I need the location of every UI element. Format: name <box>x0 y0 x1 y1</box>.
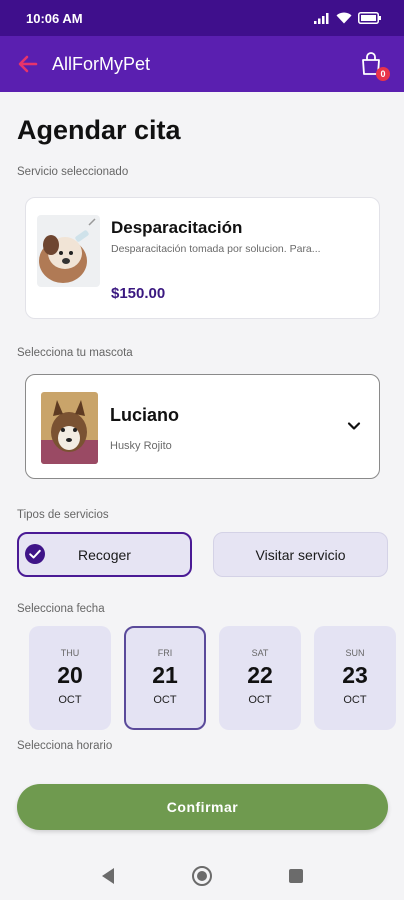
service-price: $150.00 <box>111 285 166 302</box>
status-time: 10:06 AM <box>26 10 83 26</box>
arrow-left-icon <box>18 55 38 73</box>
pet-name: Luciano <box>110 405 180 425</box>
check-circle-icon <box>25 544 45 564</box>
battery-icon <box>358 12 381 24</box>
date-card-selected[interactable]: FRI 21 OCT <box>124 626 206 730</box>
status-icons <box>314 12 382 24</box>
date-month: OCT <box>58 694 82 706</box>
service-type-visitar[interactable]: Visitar servicio <box>213 532 388 577</box>
date-card[interactable]: THU 20 OCT <box>29 626 111 730</box>
triangle-back-icon <box>102 868 114 884</box>
pet-section-label: Selecciona tu mascota <box>17 347 133 359</box>
date-weekday: THU <box>60 648 80 658</box>
date-card[interactable]: SUN 23 OCT <box>314 626 396 730</box>
square-recents-icon <box>289 869 303 883</box>
date-weekday: SAT <box>251 648 269 658</box>
status-bar: 10:06 AM <box>0 0 404 36</box>
schedule-section-label: Selecciona horario <box>17 740 113 752</box>
service-section-label: Servicio seleccionado <box>17 166 129 178</box>
service-description: Desparacitación tomada por solucion. Par… <box>111 243 321 255</box>
confirm-button[interactable]: Confirmar <box>17 784 388 830</box>
pet-breed: Husky Rojito <box>110 440 172 452</box>
signal-icon <box>314 13 329 24</box>
date-day: 21 <box>152 662 178 688</box>
back-button[interactable] <box>18 50 46 78</box>
service-image <box>37 215 100 287</box>
system-nav-bar <box>0 852 404 900</box>
date-day: 23 <box>342 662 368 688</box>
pet-image <box>41 392 98 464</box>
cart-badge: 0 <box>376 67 390 81</box>
date-weekday: FRI <box>157 648 173 658</box>
date-card[interactable]: SAT 22 OCT <box>219 626 301 730</box>
service-name: Desparacitación <box>111 218 243 237</box>
chevron-down-icon[interactable] <box>347 419 361 433</box>
service-types-label: Tipos de servicios <box>17 509 109 521</box>
nav-recents-button[interactable] <box>284 864 308 888</box>
app-title: AllForMyPet <box>52 53 151 74</box>
app-bar: AllForMyPet 0 <box>0 36 404 92</box>
date-weekday: SUN <box>345 648 365 658</box>
date-day: 20 <box>57 662 83 688</box>
date-month: OCT <box>153 694 177 706</box>
nav-home-button[interactable] <box>190 864 214 888</box>
cart-button[interactable]: 0 <box>356 49 390 81</box>
date-day: 22 <box>247 662 273 688</box>
service-type-label: Recoger <box>78 546 131 563</box>
date-picker-strip[interactable]: THU 20 OCT FRI 21 OCT SAT 22 OCT SUN 23 … <box>0 626 404 730</box>
service-type-label: Visitar servicio <box>255 546 346 563</box>
page-title: Agendar cita <box>17 115 181 145</box>
circle-home-icon <box>192 866 212 886</box>
pet-selector[interactable]: Luciano Husky Rojito <box>25 374 380 479</box>
nav-back-button[interactable] <box>96 864 120 888</box>
selected-service-card[interactable]: Desparacitación Desparacitación tomada p… <box>25 197 380 319</box>
service-type-recoger[interactable]: Recoger <box>17 532 192 577</box>
date-month: OCT <box>343 694 367 706</box>
wifi-icon <box>336 12 352 24</box>
date-month: OCT <box>248 694 272 706</box>
date-section-label: Selecciona fecha <box>17 603 105 615</box>
